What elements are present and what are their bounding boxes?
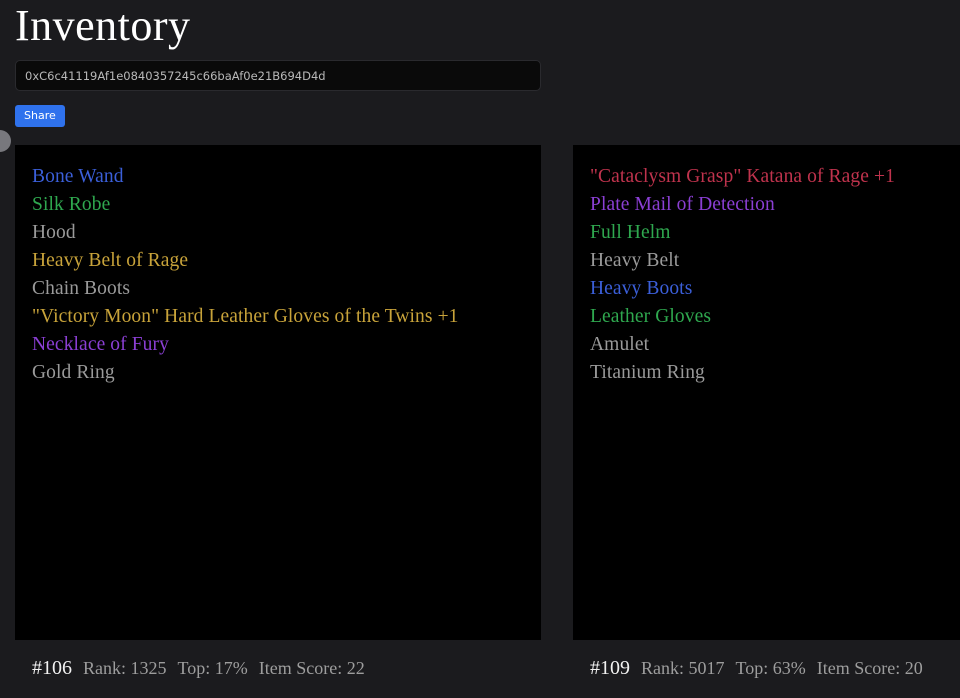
inventory-column-right: "Cataclysm Grasp" Katana of Rage +1Plate…	[573, 145, 960, 680]
inventory-panel-right: "Cataclysm Grasp" Katana of Rage +1Plate…	[573, 145, 960, 640]
inventory-item[interactable]: Hood	[32, 219, 524, 247]
stat-item-score: Item Score: 22	[259, 658, 365, 679]
stats-row-left: #106 Rank: 1325 Top: 17% Item Score: 22	[15, 640, 541, 680]
inventory-item[interactable]: Heavy Boots	[590, 275, 960, 303]
inventory-item[interactable]: Heavy Belt	[590, 247, 960, 275]
inventory-item[interactable]: "Victory Moon" Hard Leather Gloves of th…	[32, 303, 524, 331]
stat-top-percent: Top: 63%	[736, 658, 806, 679]
stat-top-percent: Top: 17%	[178, 658, 248, 679]
stat-token-id: #109	[590, 657, 630, 680]
stats-row-right: #109 Rank: 5017 Top: 63% Item Score: 20	[573, 640, 960, 680]
inventory-item[interactable]: Titanium Ring	[590, 359, 960, 387]
wallet-address-input[interactable]	[15, 60, 541, 91]
inventory-item[interactable]: Heavy Belt of Rage	[32, 247, 524, 275]
inventory-panel-left: Bone WandSilk RobeHoodHeavy Belt of Rage…	[15, 145, 541, 640]
stat-rank: Rank: 5017	[641, 658, 725, 679]
page-title: Inventory	[15, 0, 191, 54]
inventory-item[interactable]: Necklace of Fury	[32, 331, 524, 359]
inventory-column-left: Bone WandSilk RobeHoodHeavy Belt of Rage…	[15, 145, 541, 680]
inventory-columns: Bone WandSilk RobeHoodHeavy Belt of Rage…	[0, 145, 960, 698]
stat-item-score: Item Score: 20	[817, 658, 923, 679]
inventory-page: Inventory Share Bone WandSilk RobeHoodHe…	[0, 0, 960, 698]
stat-rank: Rank: 1325	[83, 658, 167, 679]
inventory-item[interactable]: Silk Robe	[32, 191, 524, 219]
inventory-item[interactable]: Plate Mail of Detection	[590, 191, 960, 219]
inventory-item[interactable]: Amulet	[590, 331, 960, 359]
inventory-item[interactable]: Bone Wand	[32, 163, 524, 191]
share-button[interactable]: Share	[15, 105, 65, 127]
inventory-item[interactable]: "Cataclysm Grasp" Katana of Rage +1	[590, 163, 960, 191]
inventory-item[interactable]: Leather Gloves	[590, 303, 960, 331]
stat-token-id: #106	[32, 657, 72, 680]
inventory-item[interactable]: Chain Boots	[32, 275, 524, 303]
inventory-item[interactable]: Gold Ring	[32, 359, 524, 387]
inventory-item[interactable]: Full Helm	[590, 219, 960, 247]
